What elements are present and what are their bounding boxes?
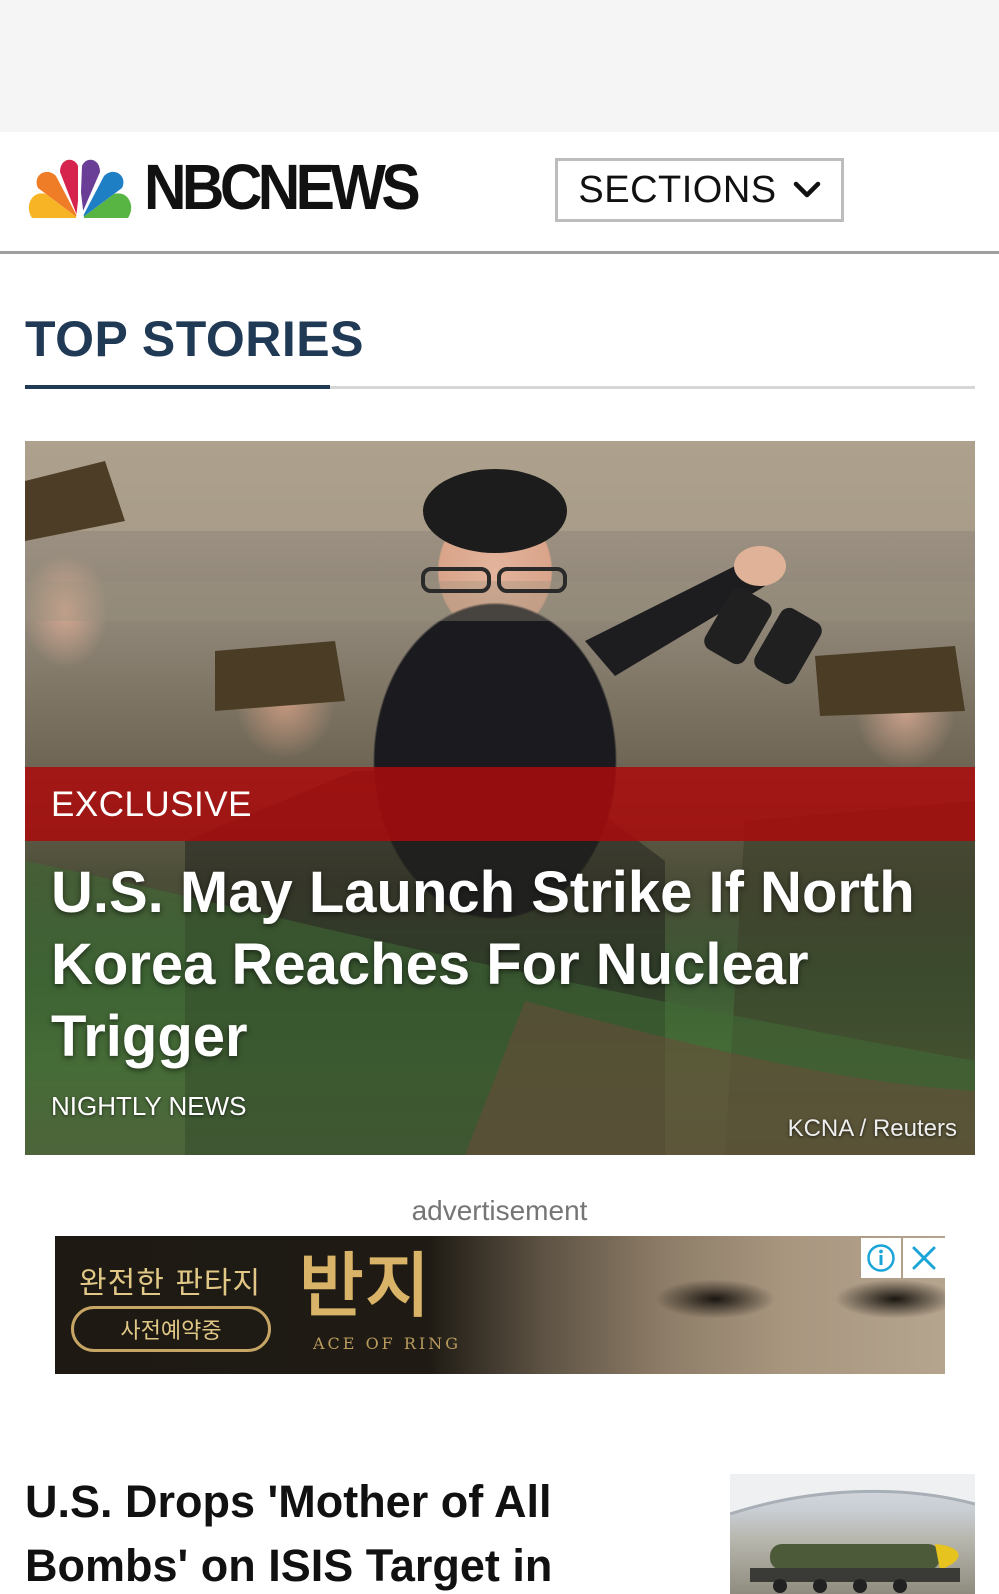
ad-banner[interactable]: 완전한 판타지 사전예약중 반지 ACE OF RING [55, 1236, 945, 1374]
ad-subtitle: ACE OF RING [313, 1334, 462, 1353]
top-stories-section: TOP STORIES [25, 310, 975, 389]
hero-show-label: NIGHTLY NEWS [51, 1091, 247, 1121]
exclusive-badge: EXCLUSIVE [25, 767, 975, 841]
peacock-icon [28, 159, 132, 218]
story-card[interactable]: U.S. Drops 'Mother of All Bombs' on ISIS… [25, 1470, 975, 1594]
section-divider-accent [25, 385, 330, 389]
sections-label: SECTIONS [578, 168, 777, 211]
nbc-news-logo[interactable]: NBCNEWS [26, 154, 440, 220]
sections-button[interactable]: SECTIONS [555, 158, 844, 222]
site-header: NBCNEWS SECTIONS [0, 132, 999, 254]
ad-close-icon[interactable] [903, 1238, 945, 1278]
logo-wordmark: NBCNEWS [144, 151, 421, 223]
ad-title: 반지 [299, 1244, 432, 1327]
section-title: TOP STORIES [25, 311, 364, 367]
hero-headline[interactable]: U.S. May Launch Strike If North Korea Re… [51, 857, 951, 1073]
ad-info-icon[interactable] [861, 1238, 901, 1278]
story-thumbnail[interactable] [730, 1474, 975, 1594]
story-thumbnail-image [730, 1474, 975, 1593]
badge-label: EXCLUSIVE [51, 785, 252, 824]
status-bar-area [0, 0, 999, 132]
photo-credit: KCNA / Reuters [787, 1115, 957, 1142]
ad-tagline: 완전한 판타지 [79, 1266, 262, 1301]
story-headline[interactable]: U.S. Drops 'Mother of All Bombs' on ISIS… [25, 1470, 605, 1594]
ad-cta-button[interactable]: 사전예약중 [71, 1306, 271, 1352]
chevron-down-icon [793, 181, 820, 198]
hero-story[interactable]: EXCLUSIVE U.S. May Launch Strike If Nort… [25, 441, 975, 1155]
advertisement-label: advertisement [411, 1195, 588, 1226]
